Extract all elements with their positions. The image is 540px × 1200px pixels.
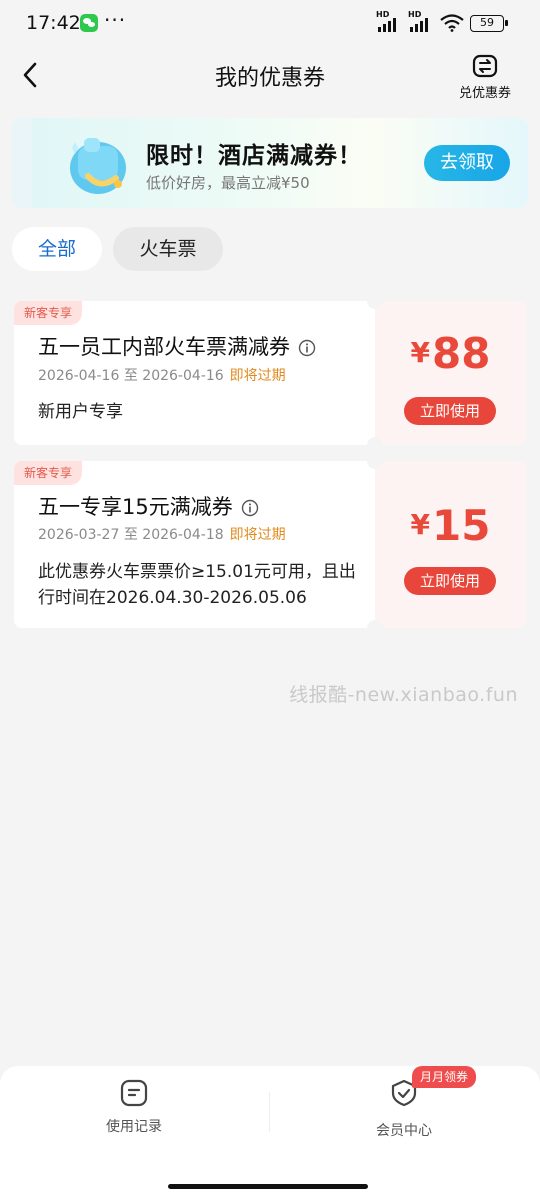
- expiry-tag: 即将过期: [229, 368, 286, 384]
- status-bar: 17:42 ··· HD HD 59: [0, 0, 540, 48]
- page-header: 我的优惠券 兑优惠券: [0, 48, 540, 104]
- tab-train-tickets[interactable]: 火车票: [113, 227, 223, 271]
- watermark-text: 线报酷-new.xianbao.fun: [289, 684, 518, 706]
- coupon-amount: ¥88: [410, 329, 491, 378]
- signal-icon-2: HD: [408, 10, 434, 32]
- info-icon[interactable]: [298, 339, 316, 357]
- banner-subtitle: 低价好房，最高立减¥50: [146, 174, 310, 192]
- banner-title: 限时！酒店满减券！: [146, 143, 362, 169]
- tab-all[interactable]: 全部: [12, 227, 102, 271]
- home-indicator[interactable]: [168, 1184, 368, 1189]
- usage-history-button[interactable]: 使用记录: [64, 1078, 204, 1136]
- coupon-title-row: 五一专享15元满减券: [38, 491, 259, 521]
- member-center-label: 会员中心: [376, 1123, 432, 1139]
- info-icon[interactable]: [241, 499, 259, 517]
- nav-divider: [269, 1092, 270, 1132]
- coupon-card: 新客专享 五一员工内部火车票满减券 2026-04-16 至 2026-04-1…: [14, 293, 526, 453]
- redeem-coupon-button[interactable]: 兑优惠券: [452, 54, 518, 101]
- wechat-notification-icon: [80, 14, 98, 32]
- coupon-title: 五一专享15元满减券: [38, 495, 233, 519]
- new-customer-badge: 新客专享: [14, 461, 83, 485]
- coupon-card: 新客专享 五一专享15元满减券 2026-03-27 至 2026-04-18 即…: [14, 453, 526, 636]
- wifi-icon: [440, 14, 464, 32]
- signal-icon: HD: [376, 10, 402, 32]
- coupon-description: 此优惠券火车票票价≥15.01元可用，且出行时间在2026.04.30-2026…: [38, 562, 356, 608]
- coupon-title: 五一员工内部火车票满减券: [38, 335, 290, 359]
- new-customer-badge: 新客专享: [14, 301, 83, 325]
- coupon-validity: 2026-03-27 至 2026-04-18 即将过期: [38, 527, 286, 543]
- coupon-amount: ¥15: [410, 501, 491, 550]
- gift-bag-icon: [70, 138, 126, 194]
- record-icon: [120, 1079, 148, 1107]
- expiry-tag: 即将过期: [229, 527, 286, 543]
- use-now-button[interactable]: 立即使用: [404, 567, 496, 595]
- exchange-icon: [472, 54, 498, 78]
- claim-button[interactable]: 去领取: [424, 145, 510, 181]
- coupon-description: 新用户专享: [38, 402, 123, 422]
- monthly-coupon-badge: 月月领券: [412, 1066, 477, 1088]
- usage-history-label: 使用记录: [106, 1119, 162, 1135]
- hotel-promo-banner[interactable]: 限时！酒店满减券！ 低价好房，最高立减¥50 去领取: [12, 118, 528, 208]
- coupon-validity: 2026-04-16 至 2026-04-16 即将过期: [38, 368, 286, 384]
- coupon-title-row: 五一员工内部火车票满减券: [38, 331, 316, 361]
- use-now-button[interactable]: 立即使用: [404, 397, 496, 425]
- bottom-navigation: 使用记录 会员中心 月月领券: [0, 1066, 540, 1200]
- battery-indicator: 59: [470, 15, 508, 32]
- redeem-coupon-label: 兑优惠券: [458, 86, 511, 101]
- status-time: 17:42: [26, 12, 81, 34]
- more-notifications-icon: ···: [104, 8, 127, 32]
